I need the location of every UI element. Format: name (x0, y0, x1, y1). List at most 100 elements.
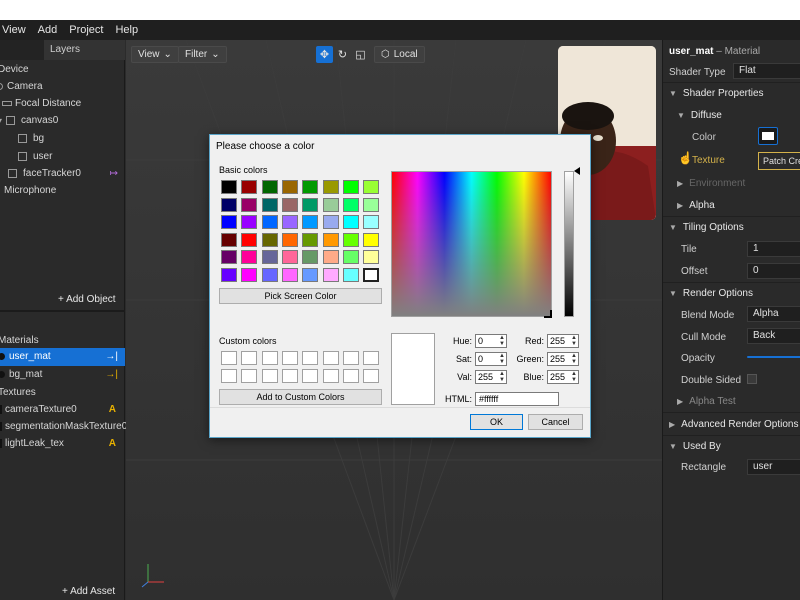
tree-item-bg[interactable]: bg (18, 133, 44, 144)
tree-item-microphone[interactable]: Microphone (4, 185, 56, 196)
custom-color-swatch[interactable] (281, 351, 298, 365)
basic-color-swatch[interactable] (363, 215, 380, 229)
spin-arrows-icon[interactable]: ▲ ▼ (499, 353, 505, 365)
basic-color-swatch[interactable] (261, 232, 278, 247)
basic-color-swatch[interactable] (363, 267, 380, 282)
basic-color-swatch[interactable] (241, 215, 258, 229)
blend-mode-select[interactable]: Alpha (747, 306, 800, 322)
basic-color-swatch[interactable] (221, 197, 237, 212)
ok-button[interactable]: OK (470, 414, 523, 430)
basic-color-swatch[interactable] (281, 250, 298, 264)
section-advanced-render[interactable]: ▶ Advanced Render Options (663, 413, 800, 435)
custom-color-swatch[interactable] (261, 351, 278, 365)
cull-mode-select[interactable]: Back (747, 328, 800, 344)
basic-color-swatch[interactable] (302, 267, 319, 282)
tree-item-facetracker0[interactable]: faceTracker0 (8, 168, 81, 179)
basic-color-swatch[interactable] (322, 250, 339, 264)
local-space-button[interactable]: ⬡ Local (374, 46, 425, 63)
menu-project[interactable]: Project (63, 24, 109, 36)
basic-color-swatch[interactable] (281, 197, 298, 212)
asset-segmentation-texture[interactable]: segmentationMaskTexture0 (0, 421, 127, 432)
tile-input[interactable]: 1 (747, 241, 800, 257)
move-tool-icon[interactable]: ✥ (316, 46, 333, 63)
custom-color-swatch[interactable] (302, 369, 319, 383)
tree-item-user[interactable]: user (18, 151, 52, 162)
custom-color-swatch[interactable] (322, 351, 339, 365)
basic-color-swatch[interactable] (261, 180, 278, 194)
color-swatch-button[interactable] (758, 127, 778, 145)
basic-color-swatch[interactable] (302, 250, 319, 264)
custom-color-swatch[interactable] (302, 351, 319, 365)
shader-type-select[interactable]: Flat (733, 63, 800, 79)
asset-user-mat[interactable]: user_mat (0, 351, 51, 362)
basic-color-swatch[interactable] (302, 197, 319, 212)
basic-color-swatch[interactable] (363, 232, 380, 247)
spin-arrows-icon[interactable]: ▲ ▼ (571, 335, 577, 347)
custom-color-swatch[interactable] (363, 369, 380, 383)
basic-color-swatch[interactable] (322, 232, 339, 247)
section-alpha-test[interactable]: ▶ Alpha Test (663, 390, 800, 412)
patch-create-tooltip[interactable]: Patch Crea (758, 152, 800, 170)
custom-color-swatch[interactable] (322, 369, 339, 383)
basic-color-swatch[interactable] (302, 180, 319, 194)
add-asset-button[interactable]: + Add Asset (62, 586, 115, 597)
section-diffuse[interactable]: ▼ Diffuse (663, 104, 800, 126)
basic-color-swatch[interactable] (342, 180, 359, 194)
tree-item-camera[interactable]: Camera (0, 81, 43, 92)
asset-bg-mat[interactable]: bg_mat (0, 369, 42, 380)
green-spinbox[interactable]: 255 ▲ ▼ (547, 352, 579, 366)
sat-spinbox[interactable]: 0 ▲ ▼ (475, 352, 507, 366)
basic-color-swatch[interactable] (221, 215, 237, 229)
spectrum-crosshair[interactable] (544, 310, 552, 318)
basic-color-swatch[interactable] (322, 197, 339, 212)
basic-color-swatch[interactable] (281, 180, 298, 194)
pick-screen-color-button[interactable]: Pick Screen Color (219, 288, 382, 304)
basic-color-swatch[interactable] (241, 232, 258, 247)
patch-link-icon[interactable]: →| (105, 351, 118, 362)
custom-color-swatch[interactable] (281, 369, 298, 383)
custom-color-swatch[interactable] (241, 351, 258, 365)
double-sided-checkbox[interactable] (747, 374, 757, 384)
basic-color-swatch[interactable] (281, 232, 298, 247)
basic-color-swatch[interactable] (241, 197, 258, 212)
hue-saturation-spectrum[interactable] (391, 171, 552, 317)
basic-color-swatch[interactable] (322, 267, 339, 282)
expand-chevron-icon[interactable]: ▾ (0, 116, 2, 125)
basic-color-swatch[interactable] (342, 232, 359, 247)
basic-color-swatch[interactable] (302, 215, 319, 229)
tree-item-device[interactable]: Device (0, 64, 29, 75)
custom-color-swatch[interactable] (342, 351, 359, 365)
basic-color-swatch[interactable] (221, 267, 237, 282)
tree-item-canvas0[interactable]: ▾ canvas0 (0, 115, 58, 126)
patch-link-icon[interactable]: ↦ (110, 168, 118, 179)
basic-color-swatch[interactable] (342, 267, 359, 282)
basic-color-swatch[interactable] (281, 267, 298, 282)
basic-color-swatch[interactable] (363, 250, 380, 264)
basic-color-swatch[interactable] (261, 267, 278, 282)
basic-color-swatch[interactable] (302, 232, 319, 247)
add-to-custom-colors-button[interactable]: Add to Custom Colors (219, 389, 382, 405)
rectangle-value[interactable]: user (747, 459, 800, 475)
custom-color-swatch[interactable] (363, 351, 380, 365)
section-environment[interactable]: ▶ Environment (663, 172, 800, 194)
scale-tool-icon[interactable]: ◱ (352, 46, 369, 63)
basic-color-swatch[interactable] (342, 197, 359, 212)
menu-add[interactable]: Add (32, 24, 64, 36)
basic-color-swatch[interactable] (221, 180, 237, 194)
asset-lightleak-texture[interactable]: lightLeak_tex (0, 438, 64, 449)
value-slider[interactable] (564, 171, 574, 317)
tree-item-focal-distance[interactable]: Focal Distance (2, 98, 81, 109)
custom-color-swatch[interactable] (342, 369, 359, 383)
spin-arrows-icon[interactable]: ▲ ▼ (499, 335, 505, 347)
rotate-tool-icon[interactable]: ↻ (334, 46, 351, 63)
basic-color-swatch[interactable] (261, 197, 278, 212)
basic-color-swatch[interactable] (363, 197, 380, 212)
offset-input[interactable]: 0 (747, 263, 800, 279)
val-spinbox[interactable]: 255 ▲ ▼ (475, 370, 507, 384)
basic-color-swatch[interactable] (261, 250, 278, 264)
section-tiling-options[interactable]: ▼ Tiling Options (663, 216, 800, 238)
basic-color-swatch[interactable] (322, 215, 339, 229)
hue-spinbox[interactable]: 0 ▲ ▼ (475, 334, 507, 348)
cancel-button[interactable]: Cancel (528, 414, 583, 430)
value-pointer-icon[interactable] (574, 167, 580, 175)
